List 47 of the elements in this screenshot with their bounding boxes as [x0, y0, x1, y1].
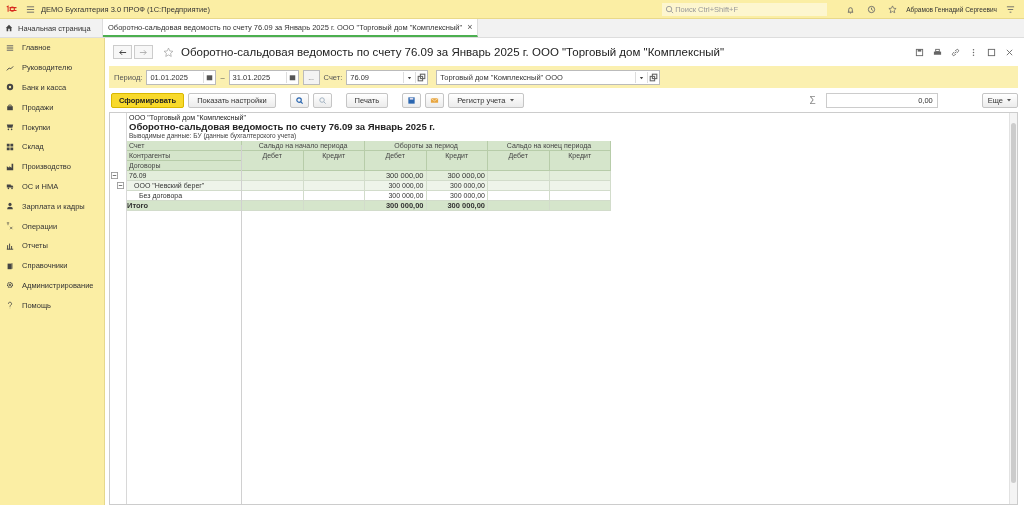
coin-icon — [6, 83, 14, 92]
search-icon — [317, 95, 327, 105]
open-icon[interactable] — [415, 71, 428, 83]
print-icon[interactable] — [933, 47, 942, 57]
truck-icon — [6, 182, 14, 191]
forward-arrow-icon — [139, 47, 148, 57]
close-icon[interactable] — [1005, 47, 1014, 57]
menu-icon[interactable] — [26, 4, 35, 14]
bag-icon — [6, 103, 14, 112]
collapse-toggle[interactable] — [111, 172, 118, 179]
report-title: Оборотно-сальдовая ведомость по счету 76.09 за Январь 2025 г. ООО "Торговый дом "Комплексный" — [181, 46, 724, 58]
settings-menu-icon[interactable] — [1006, 4, 1015, 14]
cart-icon — [6, 123, 14, 132]
search-icon — [294, 95, 304, 105]
back-arrow-icon — [118, 47, 127, 57]
star-icon[interactable] — [888, 4, 898, 14]
sum-sign: Σ — [809, 94, 816, 106]
envelope-icon — [430, 95, 440, 105]
home-icon — [5, 24, 13, 32]
open-icon[interactable] — [647, 71, 660, 83]
document-title: Оборотно-сальдовая ведомость по счету 76.09 за Январь 2025 г. — [129, 121, 436, 132]
save-icon[interactable] — [915, 47, 924, 57]
search-icon — [665, 4, 675, 14]
caret-icon — [1006, 97, 1012, 103]
save-button[interactable] — [402, 92, 422, 108]
caret-icon — [508, 97, 515, 103]
back-button[interactable] — [113, 45, 132, 59]
grid-icon — [6, 142, 14, 151]
bell-icon[interactable] — [846, 4, 856, 14]
close-icon[interactable]: × — [467, 22, 473, 32]
search-button[interactable] — [289, 92, 309, 108]
menu-icon — [6, 43, 14, 52]
chart-icon — [6, 63, 14, 72]
collapse-toggle[interactable] — [117, 182, 124, 189]
gear-icon — [6, 281, 14, 290]
logo-icon — [6, 5, 20, 13]
maximize-icon[interactable] — [987, 47, 996, 57]
person-icon — [6, 202, 14, 211]
link-icon[interactable] — [951, 47, 960, 57]
star-icon[interactable] — [163, 46, 174, 58]
calendar-icon[interactable] — [285, 71, 298, 83]
bars-icon — [6, 241, 14, 250]
history-icon[interactable] — [867, 4, 877, 14]
factory-icon — [6, 162, 14, 171]
help-icon — [6, 301, 14, 310]
scrollbar[interactable] — [1009, 113, 1017, 504]
floppy-icon — [407, 95, 417, 105]
